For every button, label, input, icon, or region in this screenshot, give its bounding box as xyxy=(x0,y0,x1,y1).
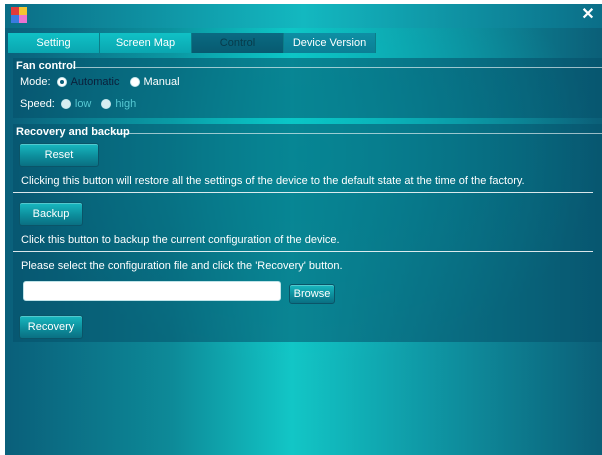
fan-control-panel: Fan control Mode: Automatic Manual Speed… xyxy=(13,58,602,118)
speed-row: Speed: low high xyxy=(20,98,136,110)
tab-bar: Setting Screen Map Control Device Versio… xyxy=(8,33,598,53)
mode-automatic-label[interactable]: Automatic xyxy=(71,76,120,88)
app-logo-icon xyxy=(11,7,27,23)
close-icon[interactable]: ✕ xyxy=(580,6,596,24)
speed-label: Speed: xyxy=(20,98,55,110)
recovery-backup-title: Recovery and backup xyxy=(16,126,130,138)
title-bar: ✕ xyxy=(5,4,602,28)
tab-screen-map[interactable]: Screen Map xyxy=(100,33,192,53)
recovery-instructions: Please select the configuration file and… xyxy=(21,260,343,272)
speed-high-label[interactable]: high xyxy=(115,98,136,110)
mode-manual-label[interactable]: Manual xyxy=(144,76,180,88)
separator-1 xyxy=(13,192,593,193)
app-window: ✕ Setting Screen Map Control Device Vers… xyxy=(5,4,602,455)
tab-control[interactable]: Control xyxy=(192,33,284,53)
recovery-backup-panel: Recovery and backup xyxy=(13,124,602,342)
mode-row: Mode: Automatic Manual xyxy=(20,76,180,88)
tab-setting[interactable]: Setting xyxy=(8,33,100,53)
mode-automatic-radio[interactable] xyxy=(56,77,67,87)
reset-button[interactable]: Reset xyxy=(19,143,99,167)
tab-device-version[interactable]: Device Version xyxy=(284,33,376,53)
recovery-divider xyxy=(113,133,602,134)
fan-control-divider xyxy=(73,67,602,68)
mode-label: Mode: xyxy=(20,76,51,88)
browse-button[interactable]: Browse xyxy=(289,284,335,304)
speed-low-radio[interactable] xyxy=(60,99,71,109)
config-file-input[interactable] xyxy=(23,281,281,301)
reset-description: Clicking this button will restore all th… xyxy=(21,175,525,187)
separator-2 xyxy=(13,251,593,252)
backup-description: Click this button to backup the current … xyxy=(21,234,340,246)
mode-manual-radio[interactable] xyxy=(129,77,140,87)
speed-low-label[interactable]: low xyxy=(75,98,92,110)
recovery-button[interactable]: Recovery xyxy=(19,315,83,339)
backup-button[interactable]: Backup xyxy=(19,202,83,226)
speed-high-radio[interactable] xyxy=(101,99,112,109)
fan-control-title: Fan control xyxy=(16,60,76,72)
